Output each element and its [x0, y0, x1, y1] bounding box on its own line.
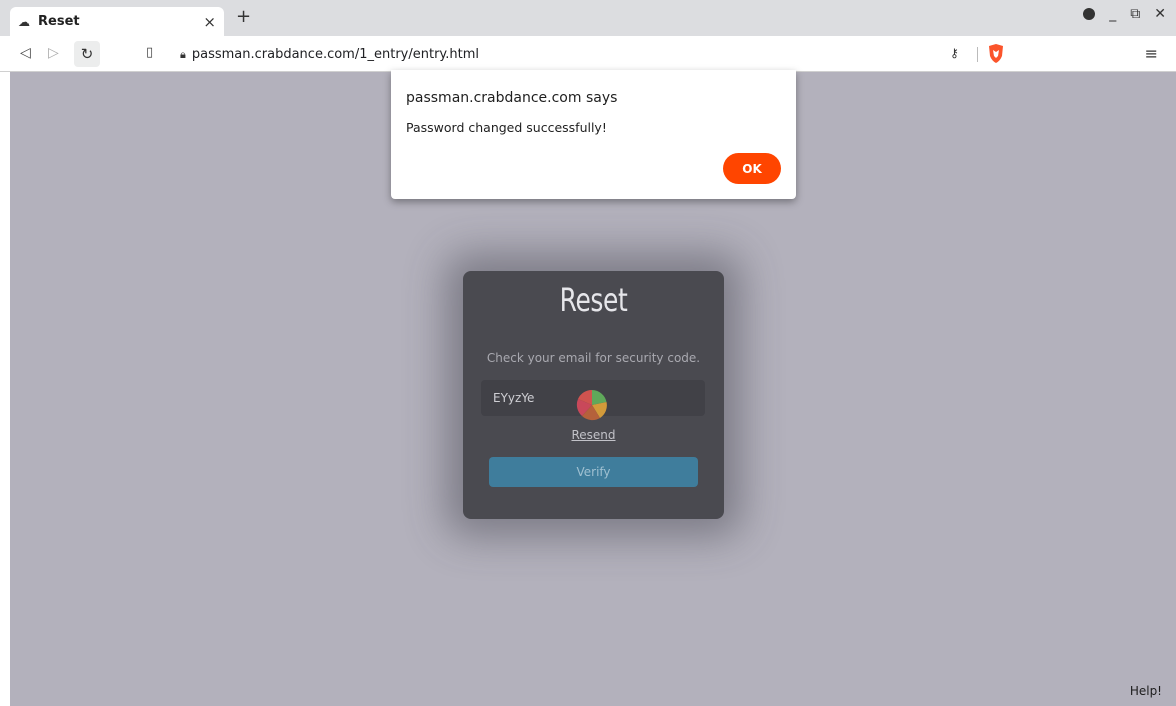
browser-toolbar: ◁ ▷ ↻ ▯ 🔒︎ passman.crabdance.com/1_entry… — [0, 36, 1176, 72]
address-bar[interactable]: 🔒︎ passman.crabdance.com/1_entry/entry.h… — [170, 41, 1012, 68]
cloud-icon: ☁ — [18, 14, 30, 29]
brave-shield-icon[interactable] — [987, 43, 1005, 64]
lock-icon: 🔒︎ — [180, 47, 186, 61]
reload-icon[interactable]: ↻ — [74, 41, 100, 67]
alert-origin: passman.crabdance.com says — [406, 90, 618, 106]
tab-title: Reset — [38, 14, 80, 29]
tab-close-button[interactable]: × — [203, 13, 216, 31]
new-tab-button[interactable]: + — [236, 6, 251, 27]
alert-dialog: passman.crabdance.com says Password chan… — [391, 70, 796, 199]
window-controls: _ ⧉ ✕ — [1083, 6, 1166, 22]
reset-card: Reset Check your email for security code… — [463, 271, 724, 519]
restore-icon[interactable]: ⧉ — [1130, 6, 1140, 22]
key-icon[interactable]: ⚷ — [950, 46, 959, 60]
forward-arrow-icon[interactable]: ▷ — [48, 45, 59, 61]
alert-message: Password changed successfully! — [406, 120, 607, 135]
loading-spinner-icon — [576, 389, 607, 421]
url-text: passman.crabdance.com/1_entry/entry.html — [191, 47, 480, 62]
toolbar-divider — [977, 47, 978, 62]
help-link[interactable]: Help! — [1130, 684, 1162, 698]
security-code-hint: Check your email for security code. — [486, 351, 701, 365]
back-arrow-icon[interactable]: ◁ — [20, 45, 31, 61]
card-title: Reset — [559, 281, 628, 319]
verify-button[interactable]: Verify — [489, 457, 698, 487]
profile-icon[interactable] — [1083, 8, 1096, 20]
resend-link[interactable]: Resend — [463, 428, 724, 442]
hamburger-menu-icon[interactable]: ≡ — [1145, 44, 1158, 63]
bookmark-icon[interactable]: ▯ — [146, 45, 153, 60]
page-left-edge — [0, 72, 10, 706]
minimize-icon[interactable]: _ — [1109, 6, 1116, 22]
browser-tab-bar: ☁ Reset × + _ ⧉ ✕ — [0, 0, 1176, 36]
close-window-icon[interactable]: ✕ — [1154, 6, 1166, 22]
alert-ok-button[interactable]: OK — [723, 153, 781, 184]
browser-tab[interactable]: ☁ Reset × — [10, 7, 224, 36]
